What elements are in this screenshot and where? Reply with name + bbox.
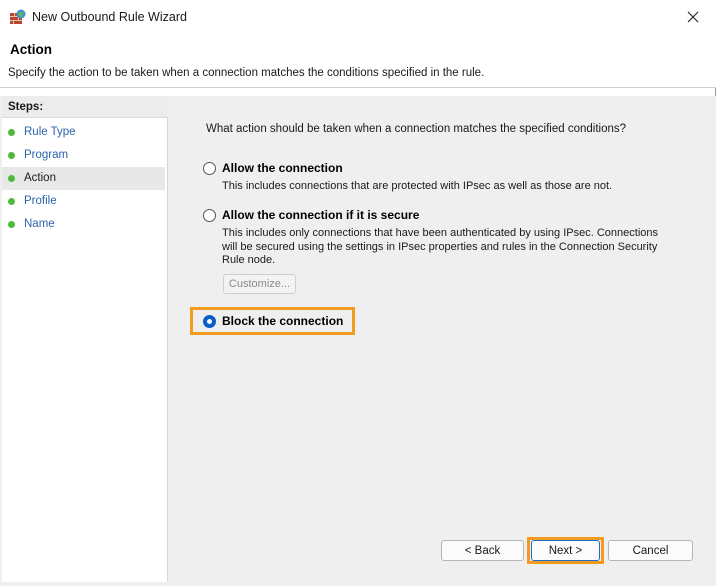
step-label: Name [24,218,55,230]
allow-label[interactable]: Allow the connection [222,161,343,175]
window-title: New Outbound Rule Wizard [32,10,187,24]
step-label: Rule Type [24,126,76,138]
block-radio[interactable] [203,315,216,328]
step-action[interactable]: Action [2,167,165,190]
steps-title: Steps: [8,101,44,113]
wizard-content: Steps: Rule Type Program Action Profile … [0,96,716,586]
back-button[interactable]: < Back [441,540,524,561]
close-icon [687,11,699,23]
step-status-dot-icon [8,129,15,136]
step-program[interactable]: Program [2,144,165,167]
step-status-dot-icon [8,221,15,228]
customize-button[interactable]: Customize... [223,274,296,294]
steps-panel: Steps: Rule Type Program Action Profile … [2,96,168,582]
action-question: What action should be taken when a conne… [206,123,627,135]
wizard-header: Action Specify the action to be taken wh… [0,34,716,88]
step-rule-type[interactable]: Rule Type [2,121,165,144]
step-label: Profile [24,195,57,207]
steps-header: Steps: [2,96,168,118]
step-label: Action [24,172,56,184]
next-button[interactable]: Next > [531,540,600,561]
close-button[interactable] [670,0,716,34]
step-status-dot-icon [8,175,15,182]
block-label[interactable]: Block the connection [222,314,343,328]
page-description: Specify the action to be taken when a co… [8,67,485,79]
allow-description: This includes connections that are prote… [222,180,613,192]
firewall-icon [9,9,27,25]
allow-secure-radio[interactable] [203,209,216,222]
allow-secure-description: This includes only connections that have… [222,227,658,266]
step-status-dot-icon [8,152,15,159]
wizard-window: New Outbound Rule Wizard Action Specify … [0,0,716,586]
allow-radio[interactable] [203,162,216,175]
action-panel: What action should be taken when a conne… [169,96,716,586]
step-status-dot-icon [8,198,15,205]
step-profile[interactable]: Profile [2,190,165,213]
step-name[interactable]: Name [2,213,165,236]
page-title: Action [10,42,52,57]
cancel-button[interactable]: Cancel [608,540,693,561]
title-bar: New Outbound Rule Wizard [0,0,716,34]
allow-secure-label[interactable]: Allow the connection if it is secure [222,208,419,222]
step-label: Program [24,149,69,161]
